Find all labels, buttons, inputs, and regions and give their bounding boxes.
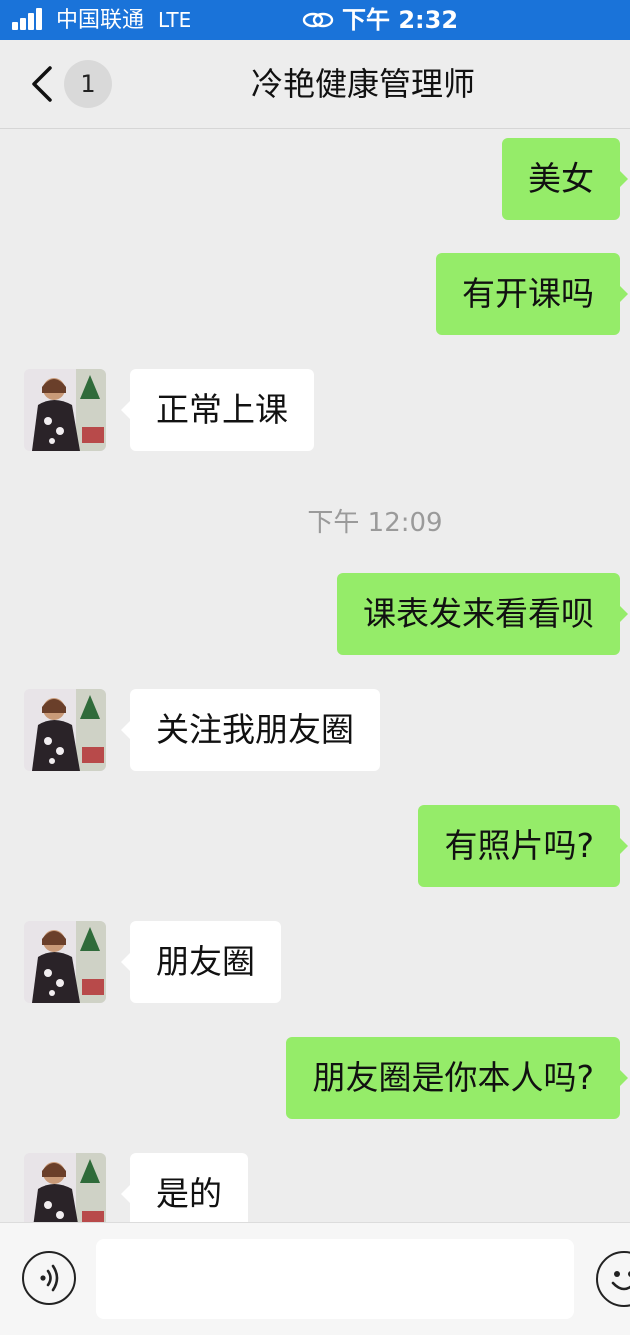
message-outgoing: 课表发来看看呗 [0,573,630,655]
bubble-tail [619,170,628,188]
network-type: LTE [158,8,192,32]
bubble-tail [121,401,130,419]
unread-count-badge[interactable]: 1 [64,60,112,108]
message-outgoing: 美女 [0,138,630,220]
avatar-photo [24,1153,106,1222]
message-incoming: 是的 [0,1153,630,1222]
message-bubble[interactable]: 关注我朋友圈 [130,689,380,771]
status-time: 下午 2:32 [342,6,459,34]
message-outgoing: 朋友圈是你本人吗? [0,1037,630,1119]
bubble-tail [619,837,628,855]
avatar-photo [24,921,106,1003]
bubble-tail [121,721,130,739]
message-bubble[interactable]: 有开课吗 [436,253,620,335]
message-incoming: 关注我朋友圈 [0,689,630,771]
message-incoming: 正常上课 [0,369,630,451]
message-list[interactable]: 美女 有开课吗 正常上课 下午 12:09 课表发来看看呗 关注我朋友圈 有照片… [0,128,630,1222]
status-bar: 中国联通 LTE 下午 2:32 [0,0,630,40]
contact-avatar[interactable] [24,369,106,451]
bubble-tail [619,1069,628,1087]
contact-avatar[interactable] [24,921,106,1003]
bubble-tail [121,953,130,971]
message-timestamp: 下午 12:09 [307,508,443,538]
message-bubble[interactable]: 朋友圈 [130,921,281,1003]
chevron-left-icon[interactable] [28,64,58,104]
carrier-name: 中国联通 [56,8,145,33]
bubble-tail [619,605,628,623]
message-bubble[interactable]: 课表发来看看呗 [337,573,620,655]
input-bar [0,1222,630,1335]
message-outgoing: 有照片吗? [0,805,630,887]
message-bubble[interactable]: 正常上课 [130,369,314,451]
avatar-photo [24,369,106,451]
carrier-label: 中国联通 LTE [56,6,191,35]
signal-icon [12,8,48,30]
bubble-tail [121,1185,130,1203]
message-incoming: 朋友圈 [0,921,630,1003]
contact-avatar[interactable] [24,689,106,771]
message-input[interactable] [96,1239,574,1319]
emoji-icon[interactable] [596,1251,630,1307]
avatar-photo [24,689,106,771]
voice-icon[interactable] [22,1251,76,1305]
link-icon [302,12,334,28]
chat-header: 1 冷艳健康管理师 [0,40,630,129]
message-bubble[interactable]: 是的 [130,1153,248,1222]
bubble-tail [619,285,628,303]
message-outgoing: 有开课吗 [0,253,630,335]
contact-avatar[interactable] [24,1153,106,1222]
message-bubble[interactable]: 朋友圈是你本人吗? [286,1037,620,1119]
message-bubble[interactable]: 美女 [502,138,620,220]
message-bubble[interactable]: 有照片吗? [418,805,620,887]
